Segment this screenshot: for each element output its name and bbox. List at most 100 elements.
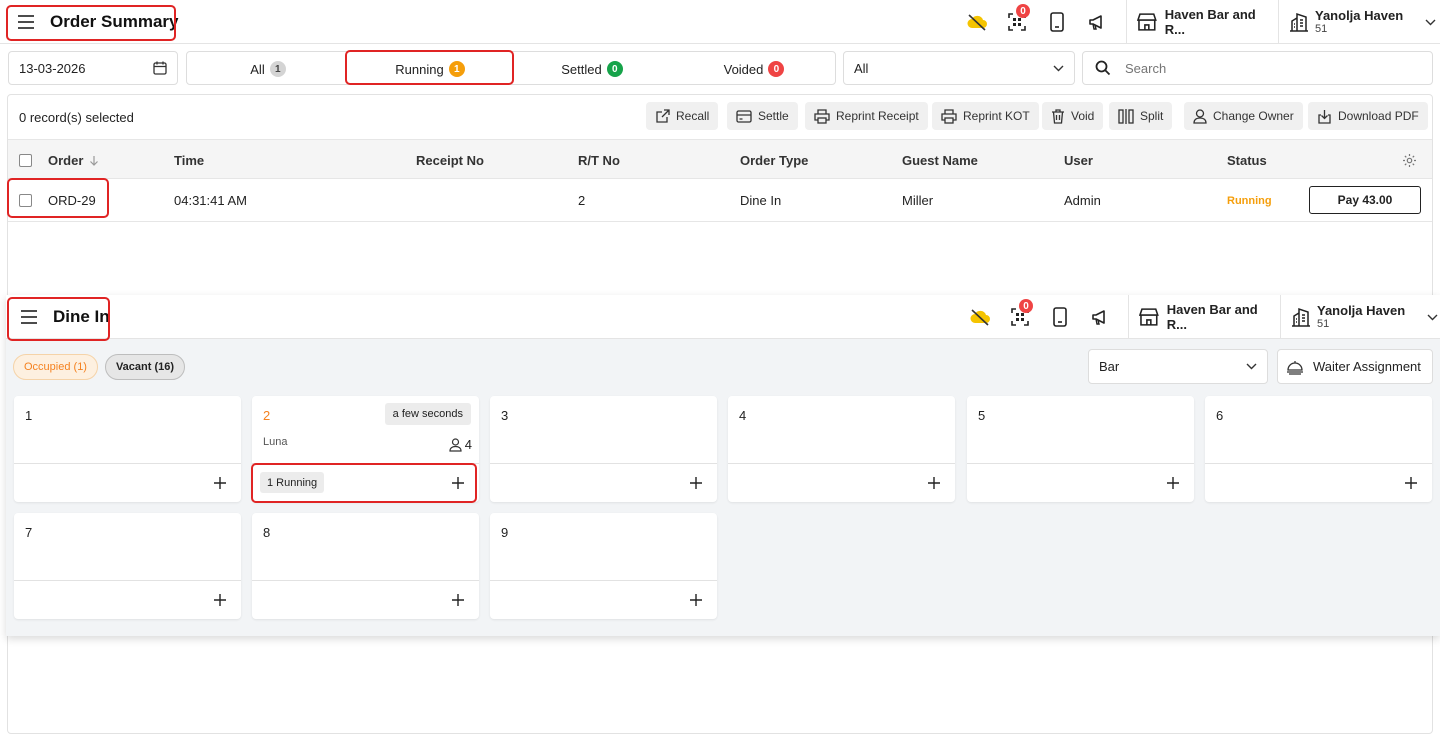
device-button[interactable] (1040, 297, 1080, 337)
table-number: 3 (501, 408, 509, 423)
add-order-icon[interactable] (211, 474, 229, 492)
hamburger-icon (18, 14, 34, 29)
page-title: Order Summary (50, 11, 179, 31)
split-button[interactable]: Split (1109, 102, 1173, 130)
phone-icon (1053, 307, 1067, 327)
reprint-kot-button[interactable]: Reprint KOT (932, 102, 1039, 130)
building-icon (1292, 307, 1310, 327)
button-label: Recall (676, 109, 710, 123)
column-order[interactable]: Order (48, 140, 99, 180)
column-user: User (1064, 152, 1093, 168)
cloud-off-icon (970, 309, 990, 326)
tab-voided[interactable]: Voided 0 (673, 52, 835, 86)
menu-button[interactable] (10, 8, 42, 36)
vacant-filter[interactable]: Vacant (16) (105, 354, 185, 380)
order-tabs: All 1 Running 1 Settled 0 Voided 0 (186, 51, 836, 85)
date-field[interactable]: 13-03-2026 (8, 51, 178, 85)
chevron-down-icon (1246, 363, 1257, 370)
tab-settled[interactable]: Settled 0 (511, 52, 673, 86)
table-number: 7 (25, 525, 33, 540)
table-card[interactable]: 7 (14, 513, 241, 619)
settle-button[interactable]: Settle (727, 102, 798, 130)
offline-sync-button[interactable] (960, 297, 1000, 337)
void-button[interactable]: Void (1042, 102, 1104, 130)
tab-label: All (250, 61, 265, 77)
table-card[interactable]: 9 (490, 513, 717, 619)
column-time: Time (174, 152, 205, 168)
change-owner-button[interactable]: Change Owner (1184, 102, 1303, 130)
cell-order-type: Dine In (740, 193, 782, 208)
add-order-icon[interactable] (687, 474, 705, 492)
dine-in-menu-button[interactable] (13, 303, 45, 331)
tab-count: 0 (768, 61, 785, 77)
status-badge: Running (1227, 194, 1272, 207)
pay-button[interactable]: Pay 43.00 (1309, 186, 1421, 214)
table-card[interactable]: 6 (1205, 396, 1432, 502)
gear-icon (1403, 153, 1416, 167)
guest-count: 4 (464, 437, 472, 452)
search-input[interactable] (1125, 60, 1405, 76)
table-number: 2 (263, 408, 271, 423)
add-order-icon[interactable] (1402, 474, 1420, 492)
qr-orders-button[interactable]: 0 (1000, 297, 1040, 337)
card-icon (736, 109, 752, 123)
filter-select[interactable]: All (843, 51, 1075, 85)
select-all-checkbox[interactable] (19, 153, 32, 167)
cell-rt: 2 (578, 193, 586, 208)
add-order-icon[interactable] (687, 591, 705, 609)
row-checkbox[interactable] (19, 194, 32, 207)
device-button[interactable] (1037, 2, 1077, 42)
qr-badge: 0 (1016, 4, 1030, 18)
running-orders-badge[interactable]: 1 Running (260, 472, 325, 493)
qr-orders-button[interactable]: 0 (997, 2, 1037, 42)
tab-all[interactable]: All 1 (187, 52, 349, 86)
table-row[interactable]: ORD-29 04:31:41 AM 2 Dine In Miller Admi… (8, 179, 1432, 222)
search-box[interactable] (1082, 51, 1433, 85)
table-card-occupied[interactable]: 2 a few seconds Luna 4 1 Running (252, 396, 479, 502)
table-card[interactable]: 5 (967, 396, 1194, 502)
date-value: 13-03-2026 (19, 60, 86, 76)
venue-selector[interactable]: Haven Bar and R... (1126, 0, 1278, 44)
table-header: Order Time Receipt No R/T No Order Type … (8, 139, 1432, 179)
user-name: Yanolja Haven (1317, 303, 1406, 318)
table-card[interactable]: 3 (490, 396, 717, 502)
add-order-icon[interactable] (925, 474, 943, 492)
table-card[interactable]: 1 (14, 396, 241, 502)
split-icon (1118, 108, 1134, 124)
user-menu[interactable]: Yanolja Haven 51 (1280, 295, 1440, 339)
announcement-button[interactable] (1077, 2, 1117, 42)
add-order-icon[interactable] (1164, 474, 1182, 492)
table-card[interactable]: 8 (252, 513, 479, 619)
button-label: Settle (758, 109, 789, 123)
external-link-icon (656, 108, 670, 123)
offline-sync-button[interactable] (957, 2, 997, 42)
waiter-assignment-button[interactable]: Waiter Assignment (1277, 349, 1433, 384)
add-order-icon[interactable] (449, 474, 467, 492)
add-order-icon[interactable] (211, 591, 229, 609)
area-select[interactable]: Bar (1088, 349, 1268, 384)
tab-count: 0 (606, 61, 623, 77)
cell-order: ORD-29 (48, 193, 96, 208)
add-order-icon[interactable] (449, 591, 467, 609)
table-card[interactable]: 4 (728, 396, 955, 502)
recall-button[interactable]: Recall (646, 102, 719, 130)
reprint-receipt-button[interactable]: Reprint Receipt (805, 102, 928, 130)
tab-label: Running (395, 61, 444, 77)
tab-running[interactable]: Running 1 (349, 52, 511, 86)
table-number: 1 (25, 408, 33, 423)
download-icon (1318, 109, 1331, 124)
table-number: 8 (263, 525, 271, 540)
announcement-button[interactable] (1080, 297, 1120, 337)
column-status: Status (1227, 152, 1267, 168)
qr-badge: 0 (1019, 299, 1033, 313)
occupied-filter[interactable]: Occupied (1) (13, 354, 98, 380)
download-pdf-button[interactable]: Download PDF (1308, 102, 1428, 130)
column-settings-button[interactable] (1402, 140, 1417, 180)
user-menu[interactable]: Yanolja Haven 51 (1278, 0, 1440, 44)
store-icon (1137, 13, 1157, 31)
venue-selector[interactable]: Haven Bar and R... (1128, 295, 1280, 339)
store-icon (1139, 308, 1159, 326)
calendar-icon (153, 61, 167, 75)
selected-count: 0 record(s) selected (19, 110, 134, 125)
user-icon (1193, 108, 1207, 124)
